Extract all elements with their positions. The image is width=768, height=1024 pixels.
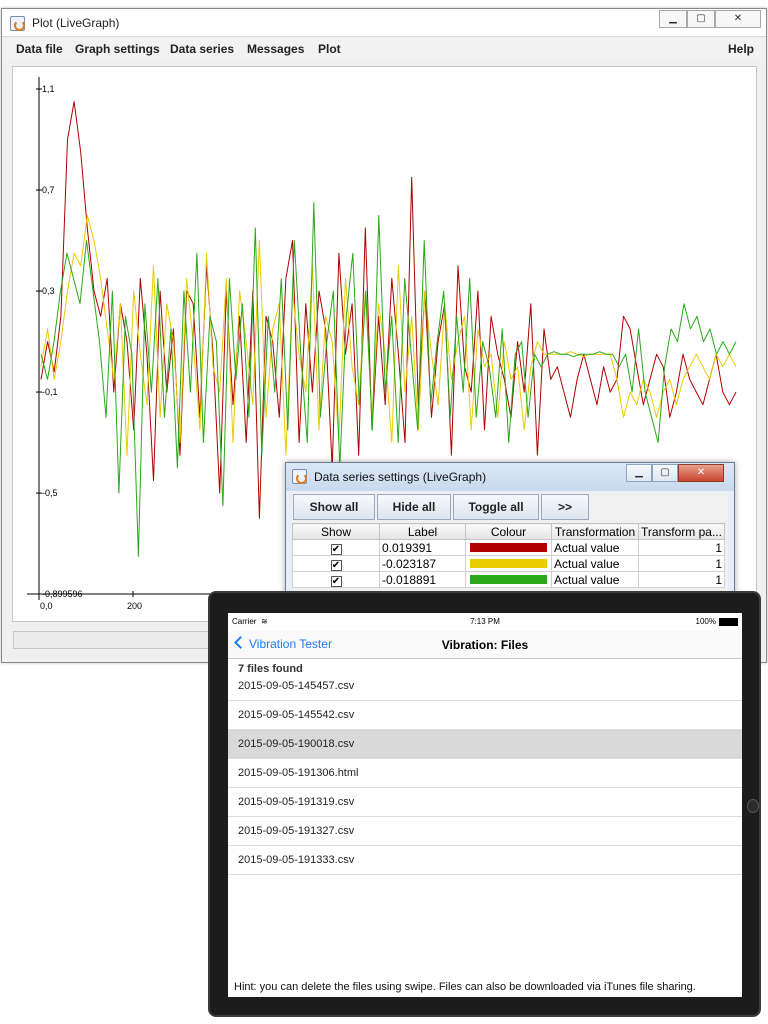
x-tick-label: 0,0 xyxy=(40,601,53,611)
file-list-item[interactable]: 2015-09-05-191333.csv xyxy=(228,846,742,875)
nav-title: Vibration: Files xyxy=(441,638,529,652)
ds-minimize-button[interactable]: ▁ xyxy=(626,464,652,482)
table-header-row: Show Label Colour Transformation Transfo… xyxy=(292,523,725,540)
series-param-cell[interactable]: 1 xyxy=(638,555,725,572)
colour-swatch xyxy=(470,559,547,568)
toggle-all-button[interactable]: Toggle all xyxy=(453,494,539,520)
hide-all-button[interactable]: Hide all xyxy=(377,494,451,520)
series-param-cell[interactable]: 1 xyxy=(638,539,725,556)
y-tick-label: 1,1 xyxy=(42,84,55,94)
column-header-show[interactable]: Show xyxy=(292,523,380,540)
series-param-cell[interactable]: 1 xyxy=(638,571,725,588)
menu-graph-settings[interactable]: Graph settings xyxy=(75,42,160,56)
series-label-cell[interactable]: -0.023187 xyxy=(379,555,466,572)
show-checkbox[interactable]: ✔ xyxy=(330,575,342,587)
menu-data-file[interactable]: Data file xyxy=(16,42,63,56)
ds-window-title: Data series settings (LiveGraph) xyxy=(314,470,487,484)
file-list-item[interactable]: 2015-09-05-190018.csv xyxy=(228,730,742,759)
table-row[interactable]: ✔ 0.019391 Actual value 1 xyxy=(292,539,725,556)
maximize-button[interactable]: ▢ xyxy=(687,10,715,28)
show-checkbox[interactable]: ✔ xyxy=(330,559,342,571)
series-colour-cell[interactable] xyxy=(465,555,552,572)
y-tick-label: 0,3 xyxy=(42,286,55,296)
series-label-cell[interactable]: -0.018891 xyxy=(379,571,466,588)
battery-icon xyxy=(719,618,738,626)
colour-swatch xyxy=(470,543,547,552)
series-colour-cell[interactable] xyxy=(465,571,552,588)
ds-close-button[interactable]: ✕ xyxy=(678,464,724,482)
hint-text: Hint: you can delete the files using swi… xyxy=(234,981,696,993)
y-tick-label: -0,5 xyxy=(42,488,58,498)
ipad-screen: Carrier ≋ 7:13 PM 100% Vibration Tester … xyxy=(228,613,742,997)
series-transformation-cell[interactable]: Actual value xyxy=(551,571,639,588)
series-colour-cell[interactable] xyxy=(465,539,552,556)
ipad-device: Carrier ≋ 7:13 PM 100% Vibration Tester … xyxy=(208,591,761,1017)
data-series-settings-window: Data series settings (LiveGraph) ▁ ▢ ✕ S… xyxy=(285,462,735,593)
file-list-item[interactable]: 2015-09-05-191306.html xyxy=(228,759,742,788)
table-row[interactable]: ✔ -0.023187 Actual value 1 xyxy=(292,555,725,572)
minimize-button[interactable]: ▁ xyxy=(659,10,687,28)
y-tick-label: -0,1 xyxy=(42,387,58,397)
ios-status-bar: Carrier ≋ 7:13 PM 100% xyxy=(228,613,742,631)
file-list: 2015-09-05-145457.csv 2015-09-05-145542.c… xyxy=(228,672,742,875)
java-app-icon xyxy=(10,16,25,31)
series-transformation-cell[interactable]: Actual value xyxy=(551,555,639,572)
clock-label: 7:13 PM xyxy=(470,617,500,626)
java-app-icon xyxy=(292,469,307,484)
ds-window-body: Show all Hide all Toggle all >> Show Lab… xyxy=(292,492,728,592)
home-button-icon[interactable] xyxy=(747,799,759,813)
column-header-transform-param[interactable]: Transform pa... xyxy=(638,523,725,540)
y-tick-label: 0,7 xyxy=(42,185,55,195)
column-header-transformation[interactable]: Transformation xyxy=(551,523,639,540)
table-row[interactable]: ✔ -0.018891 Actual value 1 xyxy=(292,571,725,588)
colour-swatch xyxy=(470,575,547,584)
data-series-table: Show Label Colour Transformation Transfo… xyxy=(292,523,725,588)
plot-menubar: Data file Graph settings Data series Mes… xyxy=(6,39,762,61)
show-all-button[interactable]: Show all xyxy=(293,494,375,520)
battery-percent: 100% xyxy=(695,617,716,626)
show-checkbox[interactable]: ✔ xyxy=(330,543,342,555)
column-header-label[interactable]: Label xyxy=(379,523,466,540)
plot-window-title: Plot (LiveGraph) xyxy=(32,16,120,30)
ds-maximize-button[interactable]: ▢ xyxy=(652,464,678,482)
expand-button[interactable]: >> xyxy=(541,494,589,520)
column-header-colour[interactable]: Colour xyxy=(465,523,552,540)
file-list-item[interactable]: 2015-09-05-191327.csv xyxy=(228,817,742,846)
ds-window-titlebar[interactable]: Data series settings (LiveGraph) ▁ ▢ ✕ xyxy=(286,463,734,491)
file-list-item[interactable]: 2015-09-05-191319.csv xyxy=(228,788,742,817)
menu-data-series[interactable]: Data series xyxy=(170,42,234,56)
menu-help[interactable]: Help xyxy=(728,42,754,56)
file-list-item[interactable]: 2015-09-05-145542.csv xyxy=(228,701,742,730)
menu-messages[interactable]: Messages xyxy=(247,42,304,56)
y-tick-label: -0,899596 xyxy=(42,589,83,599)
plot-window-titlebar[interactable]: Plot (LiveGraph) ▁ ▢ ✕ xyxy=(2,9,766,37)
series-label-cell[interactable]: 0.019391 xyxy=(379,539,466,556)
file-list-item[interactable]: 2015-09-05-145457.csv xyxy=(228,672,742,701)
series-transformation-cell[interactable]: Actual value xyxy=(551,539,639,556)
x-tick-label: 200 xyxy=(127,601,142,611)
close-button[interactable]: ✕ xyxy=(715,10,761,28)
ios-navigation-bar: Vibration Tester Vibration: Files xyxy=(228,631,742,659)
menu-plot[interactable]: Plot xyxy=(318,42,341,56)
